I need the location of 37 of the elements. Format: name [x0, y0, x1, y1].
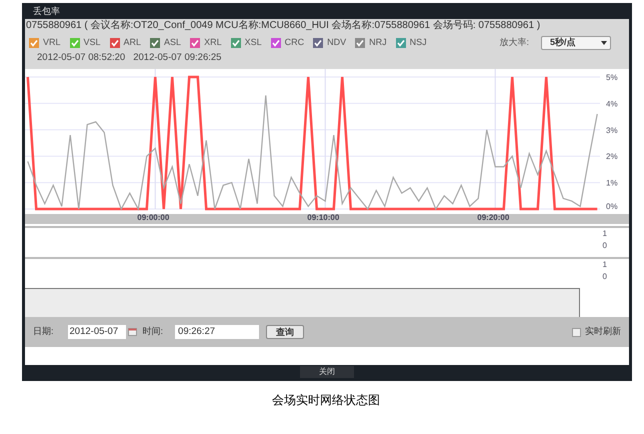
time-label: 时间: [142, 325, 164, 338]
legend-label: XRL [204, 36, 222, 50]
x-tick-label: 09:20:00 [477, 213, 510, 223]
range-start: 2012-05-07 08:52:20 [37, 53, 126, 65]
status-tick-label: 1 [602, 259, 607, 271]
y-tick-label: 1% [606, 178, 618, 188]
status-tick-label: 0 [602, 240, 607, 252]
status-tick-label: 0 [602, 271, 607, 283]
x-tick-label: 09:10:00 [307, 213, 340, 223]
zoom-label: 放大率: [499, 36, 529, 50]
y-tick-label: 4% [606, 99, 618, 108]
info-text: 0755880961 ( 会议名称:OT20_Conf_0049 MCU名称:MCU8660_HUI 会场名称:0755880961 会场号码: 0755880961 ) [25, 19, 542, 33]
query-button[interactable]: 查询 [266, 325, 304, 339]
y-tick-label: 5% [606, 73, 618, 82]
status-tick-label: 1 [602, 228, 607, 240]
range-end: 2012-05-07 09:26:25 [133, 53, 222, 65]
date-label: 日期: [33, 325, 54, 338]
close-button[interactable]: 关闭 [300, 366, 354, 378]
legend-label: NRJ [369, 36, 387, 50]
legend-label: VRL [43, 36, 61, 50]
y-tick-label: 2% [606, 152, 618, 162]
legend-label: ASL [164, 36, 182, 50]
legend-label: NDV [327, 36, 346, 50]
zoom-dropdown[interactable]: 5秒/点 [541, 36, 611, 50]
legend-label: NSJ [410, 36, 427, 50]
date-field[interactable]: 2012-05-07 [68, 325, 126, 339]
time-field[interactable]: 09:26:27 [175, 325, 260, 339]
auto-refresh-label: 实时刷新 [585, 325, 621, 338]
legend-label: ARL [124, 36, 142, 50]
x-tick-label: 09:00:00 [137, 213, 170, 223]
legend-label: CRC [284, 36, 304, 50]
legend-label: XSL [244, 36, 262, 50]
y-tick-label: 0% [606, 202, 618, 211]
legend-label: VSL [84, 36, 101, 50]
caption: 会场实时网络状态图 [272, 392, 381, 409]
window-title: 丢包率 [32, 5, 61, 18]
y-tick-label: 3% [606, 126, 618, 135]
